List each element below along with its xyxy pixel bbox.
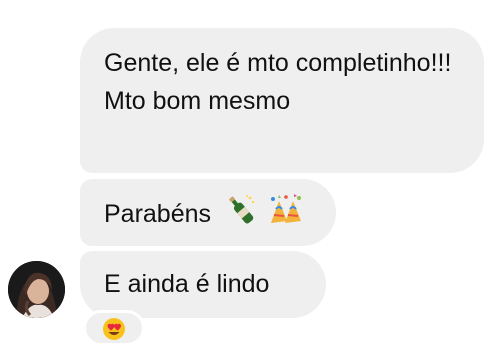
champagne-bottle-icon [224, 193, 258, 238]
message-text: Gente, ele é mto completinho!!! Mto bom … [104, 49, 452, 115]
message-text: E ainda é lindo [104, 270, 270, 298]
avatar-photo [8, 261, 65, 318]
message-bubble-2[interactable]: Parabéns [80, 179, 336, 246]
message-text: Parabéns [104, 200, 212, 229]
heart-eyes-icon [102, 317, 126, 346]
reaction-badge[interactable] [83, 310, 145, 346]
avatar[interactable] [8, 261, 65, 318]
message-bubble-1[interactable]: Gente, ele é mto completinho!!! Mto bom … [80, 28, 484, 173]
party-popper-icon [267, 193, 305, 238]
message-bubble-3[interactable]: E ainda é lindo [80, 251, 326, 318]
